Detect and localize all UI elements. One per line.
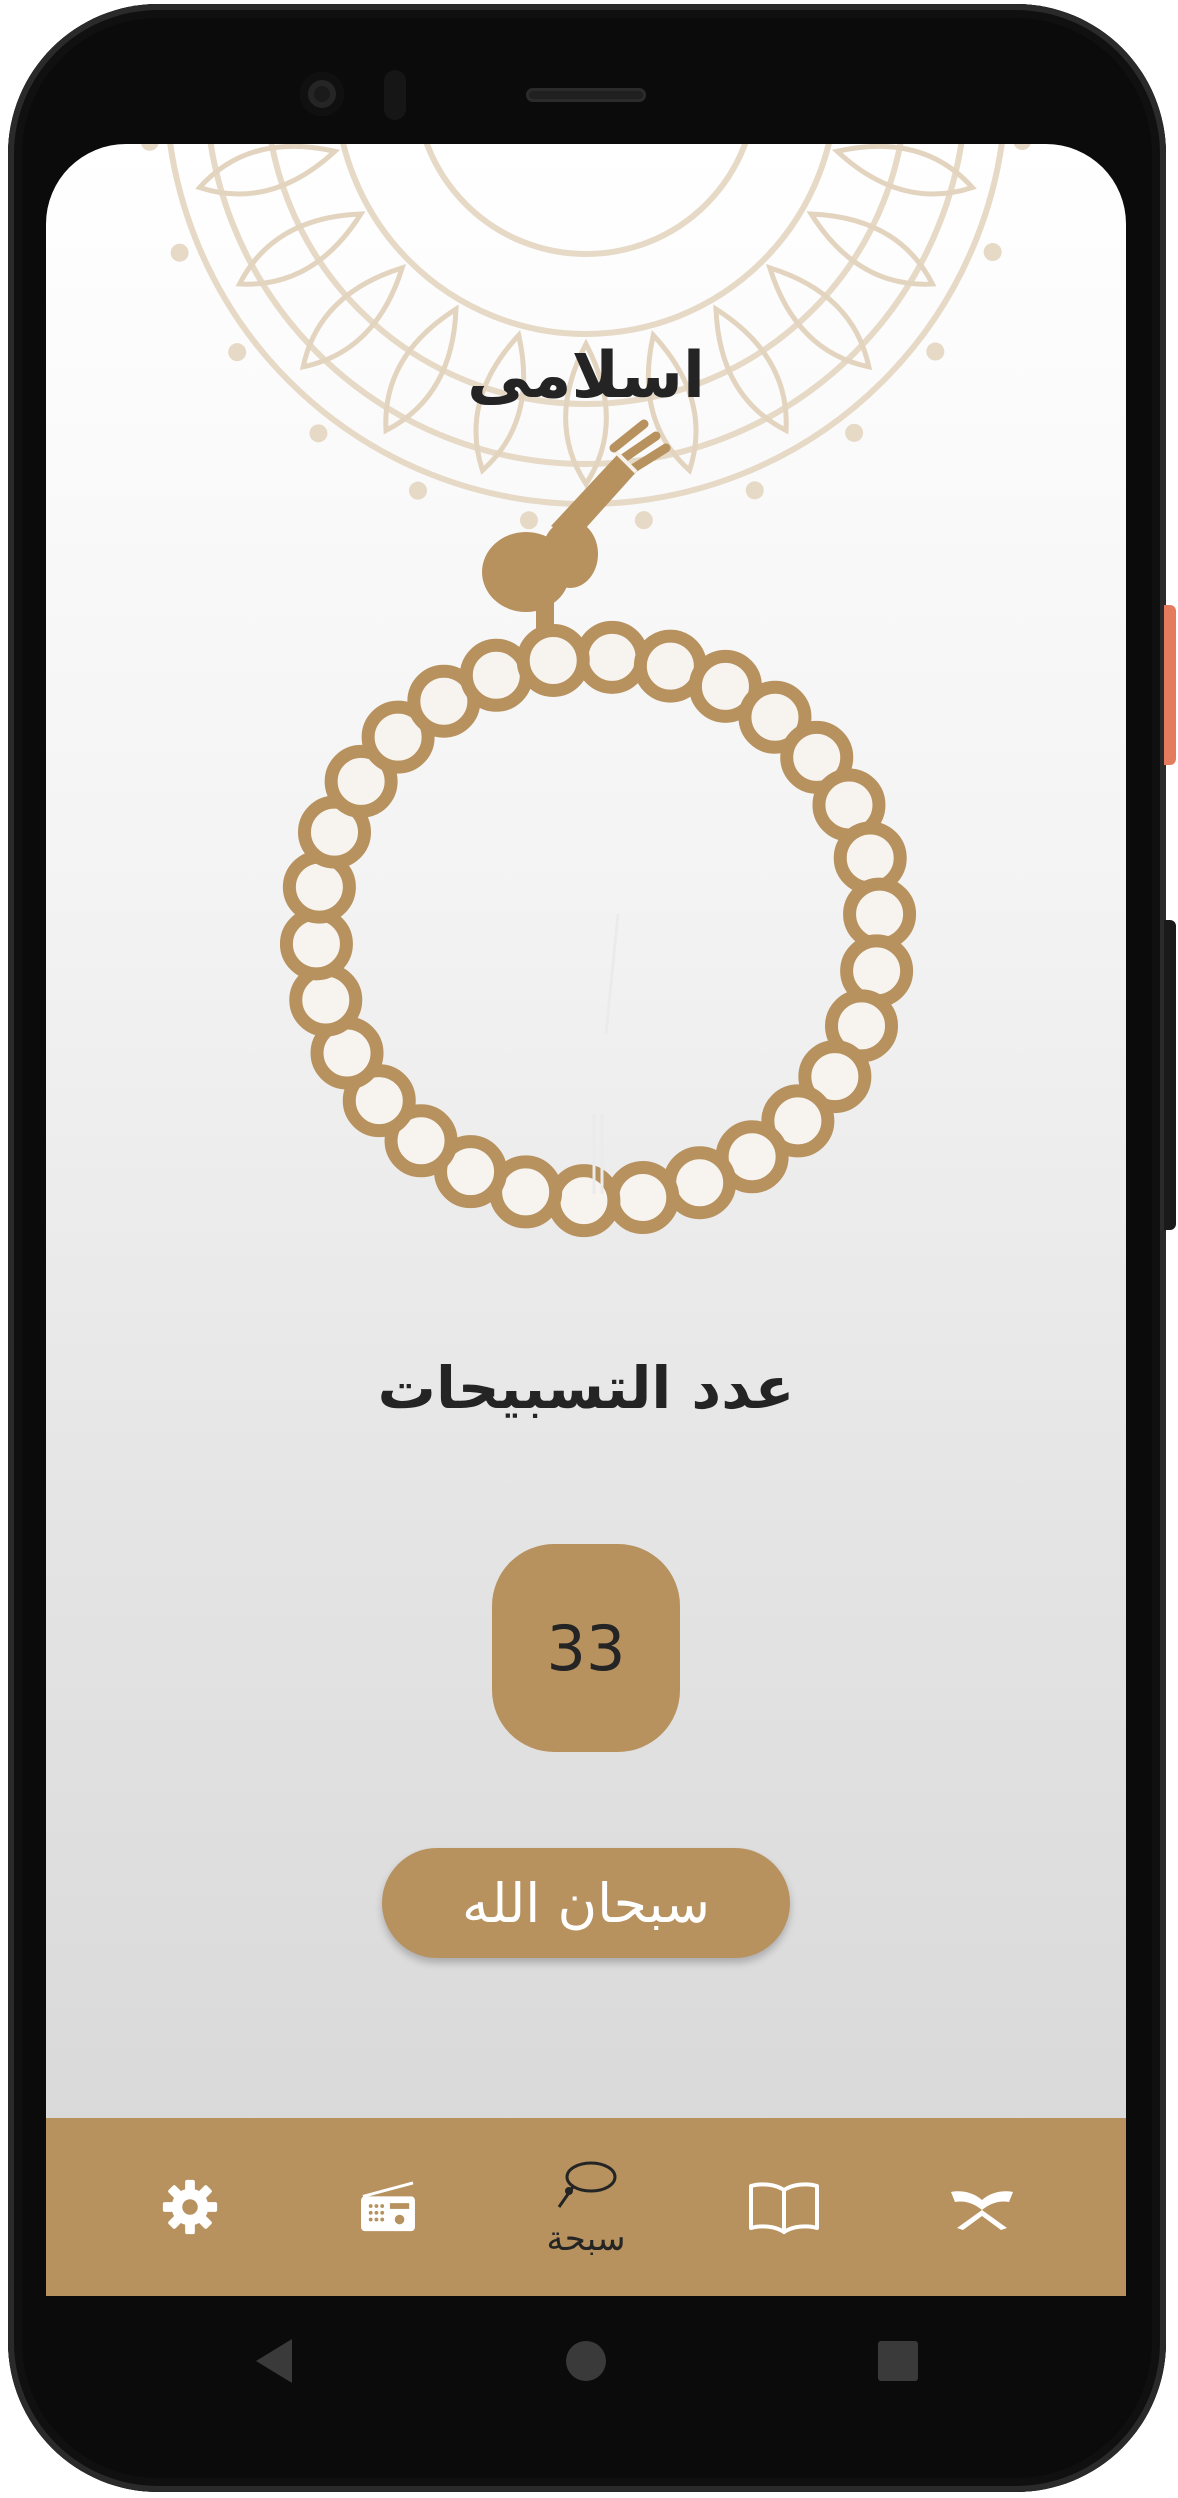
system-back-button[interactable] — [214, 2296, 334, 2426]
volume-button — [1164, 920, 1176, 1230]
sebha-thread — [592, 913, 620, 1194]
mandala-dot — [141, 144, 159, 151]
app-screen: اسلامى عدد التسبيحات 33 سبحان الله سبحة — [46, 144, 1126, 2296]
sebha-bead — [547, 1164, 621, 1238]
tasbeeh-button[interactable]: سبحان الله — [382, 1848, 790, 1958]
radio-icon — [361, 2181, 415, 2232]
sebha-icon — [557, 2161, 617, 2208]
nav-item-sebha[interactable]: سبحة — [506, 2118, 666, 2296]
sebha-bead — [606, 1161, 680, 1235]
earpiece-speaker — [526, 88, 646, 102]
mandala-dot — [983, 243, 1002, 262]
mandala-dot — [1013, 144, 1031, 151]
mandala-dot — [170, 243, 189, 262]
quran-icon — [951, 2191, 1013, 2230]
sebha-bead-ring — [279, 620, 917, 1238]
tasbeeh-count-value: 33 — [492, 1544, 680, 1752]
proximity-sensor — [384, 70, 406, 120]
nav-item-radio[interactable] — [308, 2118, 468, 2296]
back-icon — [256, 2339, 292, 2383]
system-recents-button[interactable] — [838, 2296, 958, 2426]
home-icon — [566, 2341, 606, 2381]
bottom-navigation-bar: سبحة — [46, 2118, 1126, 2296]
recents-icon — [878, 2341, 918, 2381]
book-icon — [749, 2182, 819, 2234]
system-home-button[interactable] — [526, 2296, 646, 2426]
nav-item-sebha-label: سبحة — [546, 2219, 626, 2259]
tasbeeh-count-label: عدد التسبيحات — [377, 1354, 795, 1422]
sebha-beads-image[interactable] — [246, 414, 946, 1274]
sebha-bead — [516, 623, 590, 697]
sebha-tassel — [482, 419, 671, 629]
nav-item-quran[interactable] — [902, 2118, 1062, 2296]
gear-icon — [162, 2179, 218, 2235]
system-navigation-bar — [46, 2296, 1126, 2426]
nav-item-settings[interactable] — [110, 2118, 270, 2296]
nav-item-hadith[interactable] — [704, 2118, 864, 2296]
sebha-bead — [575, 620, 649, 694]
app-title: اسلامى — [467, 339, 705, 413]
front-camera — [300, 72, 344, 116]
power-button — [1164, 605, 1176, 765]
